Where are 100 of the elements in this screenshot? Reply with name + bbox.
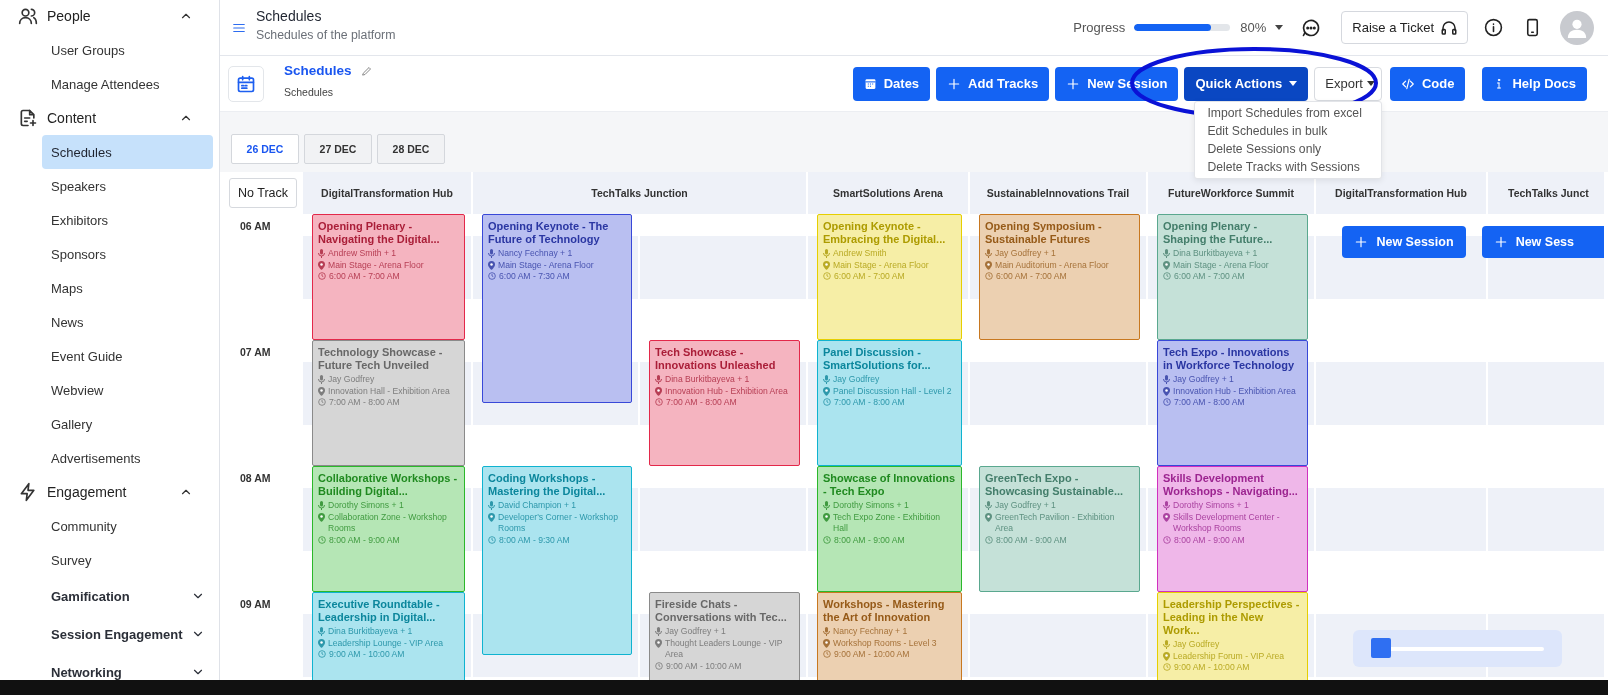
headset-icon	[1440, 18, 1458, 37]
pin-icon	[318, 386, 325, 396]
pin-icon	[1163, 512, 1170, 522]
pin-icon	[1163, 651, 1170, 661]
speaker-text: Dina Burkitbayeva + 1	[328, 626, 414, 638]
microphone-icon	[655, 627, 662, 636]
sidebar-item[interactable]: Webview	[42, 373, 213, 407]
pin-icon	[823, 386, 830, 396]
session-card[interactable]: Tech Expo - Innovations in Workforce Technology Jay Godfrey + 1 Innovation Hub - Exhibition Area 7:00 AM - 8:00 AM	[1157, 340, 1308, 466]
speaker-text: Jay Godfrey + 1	[1173, 374, 1235, 386]
sidebar-item[interactable]: Session Engagement	[42, 615, 213, 653]
toolbar-button[interactable]: Add Tracks	[936, 66, 1050, 101]
sidebar-item[interactable]: Survey	[42, 543, 213, 577]
speaker-text: Dorothy Simons + 1	[1173, 500, 1250, 512]
session-title: Fireside Chats - Conversations with Tec...	[655, 598, 788, 624]
clock-icon	[488, 272, 496, 280]
sidebar-item[interactable]: Community	[42, 509, 213, 543]
section-title[interactable]: Schedules	[284, 63, 352, 78]
sidebar-item[interactable]: Advertisements	[42, 441, 213, 475]
sidebar-item[interactable]: Speakers	[42, 169, 213, 203]
pin-icon	[985, 260, 992, 270]
sidebar-item[interactable]: Event Guide	[42, 339, 213, 373]
page-title: Schedules	[256, 7, 323, 24]
time-label: 06 AM	[239, 219, 272, 232]
people-icon	[18, 6, 38, 26]
location-text: Collaboration Zone - Workshop Rooms	[328, 511, 448, 535]
microphone-icon	[823, 375, 830, 384]
time-text: 8:00 AM - 9:30 AM	[499, 534, 571, 546]
toolbar-button[interactable]: Export	[1314, 66, 1382, 101]
time-text: 9:00 AM - 10:00 AM	[329, 649, 406, 661]
document-plus-icon	[18, 108, 38, 128]
track-header: DigitalTransformation Hub	[1314, 172, 1486, 214]
session-card[interactable]: Opening Symposium - Sustainable Futures Jay Godfrey + 1 Main Auditorium - Arena Floor 6:00 AM - 7:00 AM	[979, 214, 1140, 340]
microphone-icon	[318, 627, 325, 636]
speaker-text: Jay Godfrey	[833, 374, 881, 386]
menu-item[interactable]: Import Schedules from excel	[1195, 103, 1382, 122]
sidebar-section[interactable]: Content	[0, 101, 219, 135]
new-session-button[interactable]: New Session	[1342, 226, 1466, 258]
sidebar-item[interactable]: Exhibitors	[42, 203, 213, 237]
session-card[interactable]: Workshops - Mastering the Art of Innovation Nancy Fechnay + 1 Workshop Rooms - Level 3 9:00 AM - 10:00 AM	[817, 592, 962, 680]
toolbar-button[interactable]: New Session	[1055, 66, 1179, 101]
clock-icon	[823, 398, 831, 406]
time-text: 7:00 AM - 8:00 AM	[666, 397, 738, 409]
session-title: Opening Symposium - Sustainable Futures	[985, 220, 1103, 246]
date-tab[interactable]: 26 DEC	[231, 134, 299, 164]
toolbar-button[interactable]: Dates	[852, 66, 931, 101]
microphone-icon	[655, 375, 662, 384]
sidebar-item[interactable]: User Groups	[42, 33, 213, 67]
microphone-icon	[318, 249, 325, 258]
time-text: 8:00 AM - 9:00 AM	[329, 534, 401, 546]
toolbar-button[interactable]: Code	[1389, 66, 1466, 101]
location-text: Thought Leaders Lounge - VIP Area	[665, 637, 784, 661]
no-track-button[interactable]: No Track	[229, 178, 297, 208]
new-session-button[interactable]: New Sess	[1481, 226, 1604, 258]
progress-reading: 80%	[1240, 20, 1267, 35]
session-card[interactable]: Technology Showcase - Future Tech Unveiled Jay Godfrey Innovation Hall - Exhibition Area 7:00 AM - 8:00 AM	[312, 340, 465, 466]
clock-icon	[985, 272, 993, 280]
speaker-text: Jay Godfrey + 1	[665, 626, 727, 638]
scroll-navigator[interactable]	[1353, 630, 1562, 667]
track-header: TechTalks Junct	[1486, 172, 1604, 214]
date-tab[interactable]: 27 DEC	[304, 134, 372, 164]
microphone-icon	[1163, 249, 1170, 258]
session-card[interactable]: Skills Development Workshops - Navigating... Dorothy Simons + 1 Skills Development Center - Workshop Rooms 8:00 AM - 9:00 AM	[1157, 466, 1308, 592]
session-card[interactable]: Fireside Chats - Conversations with Tec... Jay Godfrey + 1 Thought Leaders Lounge - VIP Area 9:00 AM - 10:00 AM	[649, 592, 800, 680]
microphone-icon	[823, 627, 830, 636]
sidebar-item[interactable]: Manage Attendees	[42, 67, 213, 101]
toolbar-button[interactable]: Quick Actions	[1184, 66, 1309, 101]
session-card[interactable]: Opening Keynote - The Future of Technology Nancy Fechnay + 1 Main Stage - Arena Floor 6:00 AM - 7:30 AM	[482, 214, 632, 403]
sidebar-section[interactable]: Engagement	[0, 475, 219, 509]
microphone-icon	[488, 249, 495, 258]
date-tab[interactable]: 28 DEC	[377, 134, 445, 164]
toolbar-button[interactable]: Help Docs	[1482, 66, 1587, 101]
location-text: Skills Development Center - Workshop Rooms	[1173, 511, 1281, 535]
clock-icon	[655, 661, 663, 670]
sidebar-item[interactable]: Sponsors	[42, 237, 213, 271]
session-title: Executive Roundtable - Leadership in Digital...	[318, 598, 441, 624]
menu-item[interactable]: Delete Sessions only	[1195, 139, 1382, 158]
clock-icon	[1163, 272, 1171, 280]
sidebar-item[interactable]: Networking	[42, 653, 213, 680]
location-text: Developer's Corner - Workshop Rooms	[498, 511, 619, 535]
clock-icon	[488, 535, 496, 544]
microphone-icon	[318, 375, 325, 384]
speaker-text: Dina Burkitbayeva + 1	[1173, 248, 1259, 260]
session-title: Opening Keynote - Embracing the Digital...	[823, 220, 947, 246]
sidebar-item[interactable]: Gallery	[42, 407, 213, 441]
menu-item[interactable]: Edit Schedules in bulk	[1195, 121, 1382, 140]
section-subtitle: Schedules	[284, 86, 335, 98]
location-text: Panel Discussion Hall - Level 2	[833, 385, 953, 397]
pin-icon	[1163, 386, 1170, 396]
pin-icon	[655, 638, 662, 648]
sidebar-item[interactable]: Gamification	[42, 577, 213, 615]
sidebar-item[interactable]: Schedules	[42, 135, 213, 169]
sidebar-section[interactable]: People	[0, 0, 219, 33]
sidebar-item[interactable]: Maps	[42, 271, 213, 305]
clock-icon	[1163, 663, 1171, 671]
session-card[interactable]: Opening Plenary - Navigating the Digital... Andrew Smith + 1 Main Stage - Arena Floor 6:00 AM - 7:00 AM	[312, 214, 465, 340]
session-card[interactable]: Tech Showcase - Innovations Unleashed Dina Burkitbayeva + 1 Innovation Hub - Exhibition Area 7:00 AM - 8:00 AM	[649, 340, 800, 466]
session-title: Tech Expo - Innovations in Workforce Technology	[1163, 346, 1295, 372]
sidebar-item[interactable]: News	[42, 305, 213, 339]
raise-ticket-button[interactable]: Raise a Ticket	[1341, 11, 1468, 44]
